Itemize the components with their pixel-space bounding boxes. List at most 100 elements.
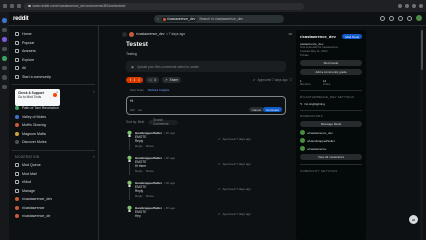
approved-status[interactable]: ✔ Approved 7 days ago ⛉ — [253, 78, 292, 82]
sidebar-item-all[interactable]: All — [12, 64, 95, 73]
app-icon[interactable] — [2, 37, 7, 42]
subreddit-avatar[interactable] — [129, 31, 134, 37]
community-item[interactable]: r/castawrence — [12, 204, 95, 213]
comment-input[interactable]: Hi — [130, 99, 282, 103]
image-icon: ▣ — [131, 64, 135, 69]
mod-guide-button[interactable]: Mod Guide — [300, 60, 362, 67]
avatar[interactable] — [416, 15, 422, 21]
sidebar-item-answers[interactable]: Answers — [12, 47, 95, 56]
community-item[interactable]: Muffin Glowing — [12, 121, 95, 130]
comments-button[interactable]: ▭ 4 — [146, 77, 159, 83]
media-upload-area[interactable]: ▣ Upload your files comments select to c… — [126, 61, 286, 72]
menu-icon[interactable] — [419, 4, 423, 8]
notification-icon[interactable] — [407, 15, 412, 21]
back-button[interactable] — [122, 31, 127, 37]
scrollbar[interactable] — [420, 26, 423, 240]
thread-line[interactable] — [129, 188, 130, 200]
vote-button[interactable]: ⇧ 1 ⇩ — [126, 77, 144, 83]
community-item[interactable]: r/castawrence_dev — [12, 195, 95, 204]
add-guide-button[interactable]: Add a community guide — [300, 69, 362, 76]
message-mods-button[interactable]: Message Mods — [300, 121, 362, 128]
sidebar-item-mod-queue[interactable]: Mod Queue — [12, 161, 95, 170]
comment-approved[interactable]: ✔ Approved 7 days ago — [218, 137, 251, 141]
start-community-button[interactable]: Start a community — [12, 73, 95, 82]
share-button[interactable]: Share — [146, 144, 154, 148]
sidebar-item-r-mod[interactable]: r/Mod — [12, 178, 95, 187]
comment-approved[interactable]: ✔ Approved 7 days ago — [218, 212, 251, 216]
community-name[interactable]: r/castawrence_dev — [300, 34, 336, 39]
snoo-avatar[interactable] — [126, 205, 133, 212]
comment-composer[interactable]: Hi GIF Aa Cancel Comment — [126, 96, 286, 115]
sort-dropdown[interactable]: Sort by: Best — [126, 120, 144, 124]
gif-button[interactable]: GIF — [130, 108, 135, 112]
mail-icon — [15, 171, 19, 176]
more-options-icon[interactable]: ••• — [288, 32, 292, 36]
highlight-setting[interactable]: ✎ No Highlighting — [300, 102, 362, 106]
reddit-logo[interactable]: reddit — [13, 16, 29, 22]
thread-line[interactable] — [129, 163, 130, 175]
community-item[interactable]: r/castawrence_de — [12, 212, 95, 221]
moderator-item[interactable]: u/castawrence_dev — [300, 130, 362, 136]
community-item[interactable]: Valley of Moles — [12, 113, 95, 122]
site-header: reddit ⌕ r/castawrence_dev Search in r/c… — [9, 12, 426, 26]
app-icon[interactable] — [2, 56, 7, 61]
extension-icon[interactable] — [405, 4, 409, 8]
advertise-icon[interactable] — [380, 15, 385, 21]
snoo-avatar[interactable] — [126, 155, 133, 162]
reply-button[interactable]: Reply — [135, 169, 143, 173]
scroll-thumb[interactable] — [420, 30, 423, 70]
share-button[interactable]: ↗ Share — [161, 77, 182, 83]
mod-tools-link[interactable]: Mod Tools — [130, 88, 144, 92]
thread-line[interactable] — [129, 138, 130, 150]
moderators-section-header: MODERATORS — [300, 114, 323, 119]
sidebar-item-manage[interactable]: Manage — [12, 187, 95, 196]
edit-icon: ✎ — [300, 101, 303, 106]
back-icon[interactable] — [3, 4, 7, 8]
create-icon[interactable] — [398, 15, 403, 21]
app-icon[interactable] — [2, 75, 7, 80]
sidebar-item-home[interactable]: Home — [12, 30, 95, 39]
reply-button[interactable]: Reply — [135, 144, 143, 148]
search-comments-input[interactable]: ⌕ Search Comments — [148, 118, 179, 126]
community-item[interactable]: Discover Moles — [12, 138, 95, 147]
sidebar-item-explore[interactable]: Explore — [12, 56, 95, 65]
app-icon[interactable] — [2, 18, 7, 23]
moderator-item[interactable]: u/HandicappedSeller — [300, 138, 362, 144]
left-sidebar: Home Popular Answers Explore All Start a… — [9, 26, 99, 240]
insights-link[interactable]: Stickied Insights — [148, 88, 170, 92]
cancel-button[interactable]: Cancel — [248, 107, 264, 112]
app-icon[interactable] — [2, 65, 7, 70]
post-title: Testest — [126, 41, 148, 48]
assistant-button[interactable]: AI — [409, 215, 418, 224]
mod-tools-button[interactable]: Mod Tools — [342, 34, 362, 39]
share-button[interactable]: Share — [146, 194, 154, 198]
extension-icon[interactable] — [398, 4, 402, 8]
moderation-section-header[interactable]: MODERATION ˄ — [12, 153, 95, 161]
reload-icon[interactable] — [17, 4, 21, 8]
snoo-avatar[interactable] — [126, 180, 133, 187]
app-icon[interactable] — [2, 27, 7, 32]
comment-approved[interactable]: ✔ Approved 7 days ago — [218, 187, 251, 191]
search-input[interactable]: ⌕ r/castawrence_dev Search in r/castawre… — [154, 15, 284, 23]
sidebar-item-mod-mail[interactable]: Mod Mail — [12, 170, 95, 179]
snoo-avatar[interactable] — [126, 130, 133, 137]
community-item[interactable]: Magnum Mafia — [12, 130, 95, 139]
onboarding-popup[interactable]: × Check & Support Go to Mod Tools — [15, 89, 60, 106]
subreddit-link[interactable]: r/castawrence_dev — [136, 32, 164, 36]
comment-approved[interactable]: ✔ Approved 7 days ago — [218, 162, 251, 166]
moderator-item[interactable]: u/castawrence — [300, 146, 362, 152]
reply-button[interactable]: Reply — [135, 194, 143, 198]
address-bar[interactable]: www.reddit.com/r/castawrence_dev/comment… — [24, 2, 304, 10]
sidebar-item-popular[interactable]: Popular — [12, 39, 95, 48]
app-icon[interactable] — [2, 84, 7, 89]
view-all-mods-button[interactable]: View all moderators — [300, 154, 362, 161]
forward-icon[interactable] — [10, 4, 14, 8]
share-button[interactable]: Share — [146, 169, 154, 173]
chat-icon[interactable] — [389, 15, 394, 21]
app-icon[interactable] — [2, 46, 7, 51]
search-scope-chip[interactable]: r/castawrence_dev — [160, 16, 198, 22]
profile-icon[interactable] — [412, 4, 416, 8]
comment: HandicappedSeller • 6h ago EMOTE Hey ✔ Appr… — [126, 205, 292, 225]
comment-button[interactable]: Comment — [262, 107, 282, 112]
format-button[interactable]: Aa — [138, 108, 142, 112]
